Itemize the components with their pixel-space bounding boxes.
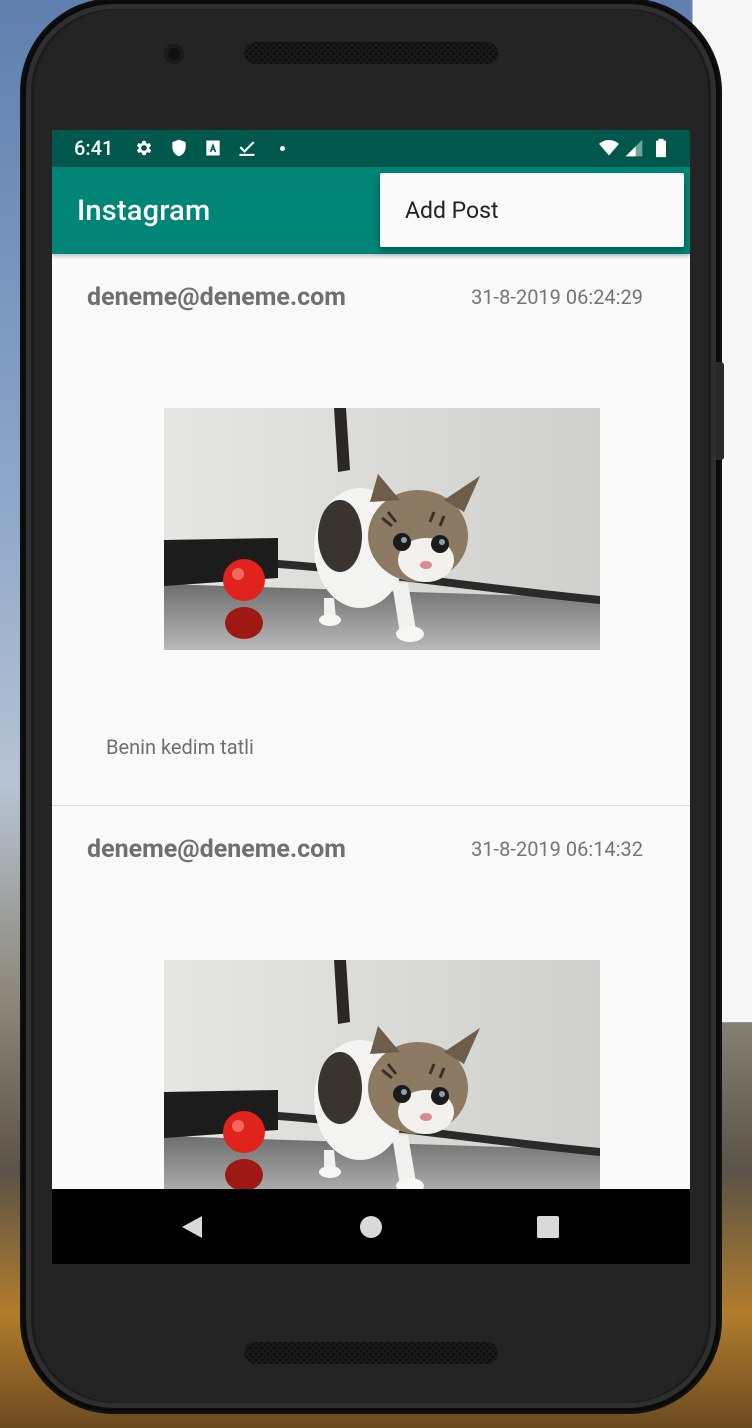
top-speaker-grille xyxy=(244,42,498,64)
front-camera xyxy=(164,44,184,64)
post-email: deneme@deneme.com xyxy=(87,283,346,312)
back-icon[interactable] xyxy=(178,1213,206,1241)
post-date: 31-8-2019 06:14:32 xyxy=(471,837,643,861)
menu-item-label: Add Post xyxy=(405,197,499,224)
battery-icon xyxy=(656,138,666,158)
notification-dot xyxy=(280,146,285,151)
post-feed[interactable]: deneme@deneme.com 31-8-2019 06:24:29 Ben… xyxy=(52,254,690,1264)
device-screen: 6:41 Instagram Add Post deneme@deneme.co… xyxy=(52,130,690,1264)
gear-icon xyxy=(136,140,152,156)
kitten-photo xyxy=(164,408,600,650)
checkmark-icon xyxy=(239,141,255,156)
post-card[interactable]: deneme@deneme.com 31-8-2019 06:24:29 Ben… xyxy=(52,254,690,806)
overflow-menu: Add Post xyxy=(380,173,684,247)
power-button[interactable] xyxy=(716,362,724,460)
system-nav-bar xyxy=(52,1189,690,1264)
status-bar: 6:41 xyxy=(52,130,690,167)
post-image xyxy=(164,408,600,650)
shield-icon xyxy=(172,139,186,157)
wifi-icon xyxy=(599,140,619,156)
recents-icon[interactable] xyxy=(534,1213,562,1241)
a-box-icon xyxy=(206,140,220,156)
home-icon[interactable] xyxy=(357,1213,385,1241)
post-caption: Benin kedim tatli xyxy=(106,735,254,759)
bottom-speaker-grille xyxy=(244,1342,498,1364)
menu-item-add-post[interactable]: Add Post xyxy=(380,173,684,247)
post-image xyxy=(164,960,600,1202)
status-time: 6:41 xyxy=(74,136,114,160)
post-date: 31-8-2019 06:24:29 xyxy=(471,285,643,309)
signal-icon xyxy=(625,139,643,157)
app-title: Instagram xyxy=(77,194,211,228)
kitten-photo xyxy=(164,960,600,1202)
post-email: deneme@deneme.com xyxy=(87,835,346,864)
